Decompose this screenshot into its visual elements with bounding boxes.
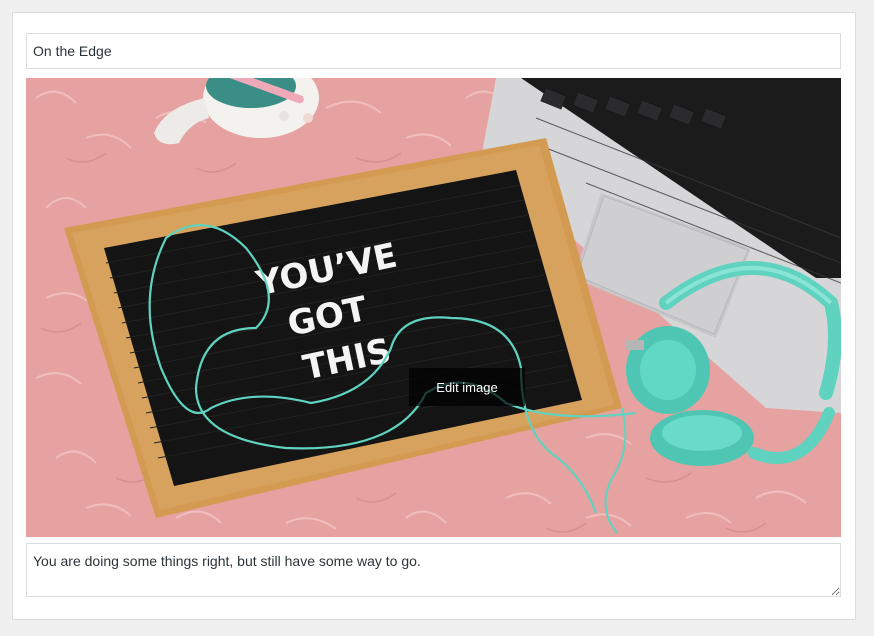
description-textarea[interactable]: You are doing some things right, but sti…	[26, 543, 841, 597]
edit-image-button[interactable]: Edit image	[409, 368, 525, 406]
letter-board-image: YOU’VE GOT THIS	[26, 78, 841, 537]
featured-image[interactable]: YOU’VE GOT THIS Edit image	[26, 78, 841, 537]
title-input[interactable]	[26, 33, 841, 69]
